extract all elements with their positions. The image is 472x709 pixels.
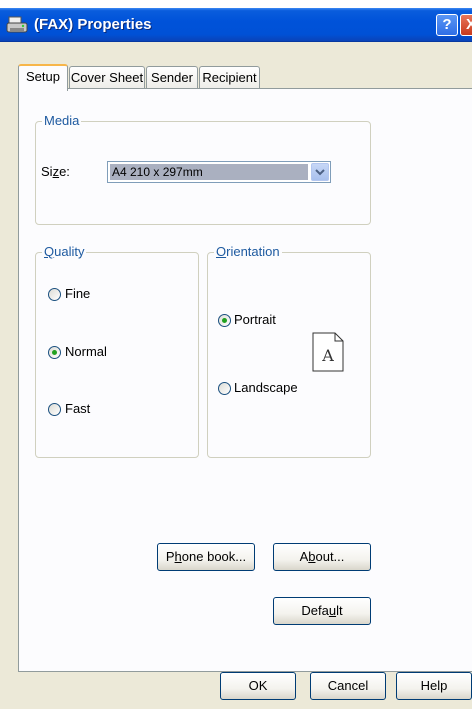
title-bar[interactable]: (FAX) Properties ? X (0, 8, 472, 42)
help-title-button[interactable]: ? (436, 14, 458, 36)
ok-button[interactable]: OK (220, 672, 296, 700)
close-button[interactable]: X (460, 14, 472, 36)
quality-legend: Quality (42, 244, 87, 259)
tab-setup[interactable]: Setup (18, 64, 68, 91)
quality-fine-label[interactable]: Fine (65, 286, 90, 301)
window-title: (FAX) Properties (34, 16, 152, 33)
quality-fast-label[interactable]: Fast (65, 401, 90, 416)
size-select[interactable]: A4 210 x 297mm (107, 161, 331, 183)
orientation-portrait-label[interactable]: Portrait (234, 312, 276, 327)
tab-cover-sheet[interactable]: Cover Sheet (69, 66, 145, 90)
page-glyph: A (321, 346, 334, 365)
orientation-landscape-label[interactable]: Landscape (234, 380, 298, 395)
size-select-value: A4 210 x 297mm (110, 164, 308, 180)
fax-printer-icon (6, 16, 28, 33)
quality-normal-label[interactable]: Normal (65, 344, 107, 359)
orientation-legend: Orientation (214, 244, 282, 259)
cancel-button[interactable]: Cancel (310, 672, 386, 700)
tab-sender[interactable]: Sender (146, 66, 198, 90)
quality-fast-radio[interactable] (48, 403, 61, 416)
chevron-down-icon[interactable] (311, 163, 329, 181)
media-legend: Media (42, 113, 82, 128)
properties-dialog: (FAX) Properties ? X Setup Cover Sheet S… (0, 8, 472, 709)
about-button[interactable]: About... (273, 543, 371, 571)
tab-recipient[interactable]: Recipient (199, 66, 260, 90)
quality-fine-radio[interactable] (48, 288, 61, 301)
orientation-landscape-radio[interactable] (218, 382, 231, 395)
size-label: Size: (41, 164, 70, 179)
portrait-page-icon: A (312, 332, 344, 372)
orientation-portrait-radio[interactable] (218, 314, 231, 327)
default-button[interactable]: Default (273, 597, 371, 625)
quality-normal-radio[interactable] (48, 346, 61, 359)
help-button[interactable]: Help (396, 672, 472, 700)
phone-book-button[interactable]: Phone book... (157, 543, 255, 571)
setup-tab-panel: Media Size: A4 210 x 297mm Quality Fine … (18, 88, 472, 672)
orientation-group: Orientation (207, 244, 371, 458)
